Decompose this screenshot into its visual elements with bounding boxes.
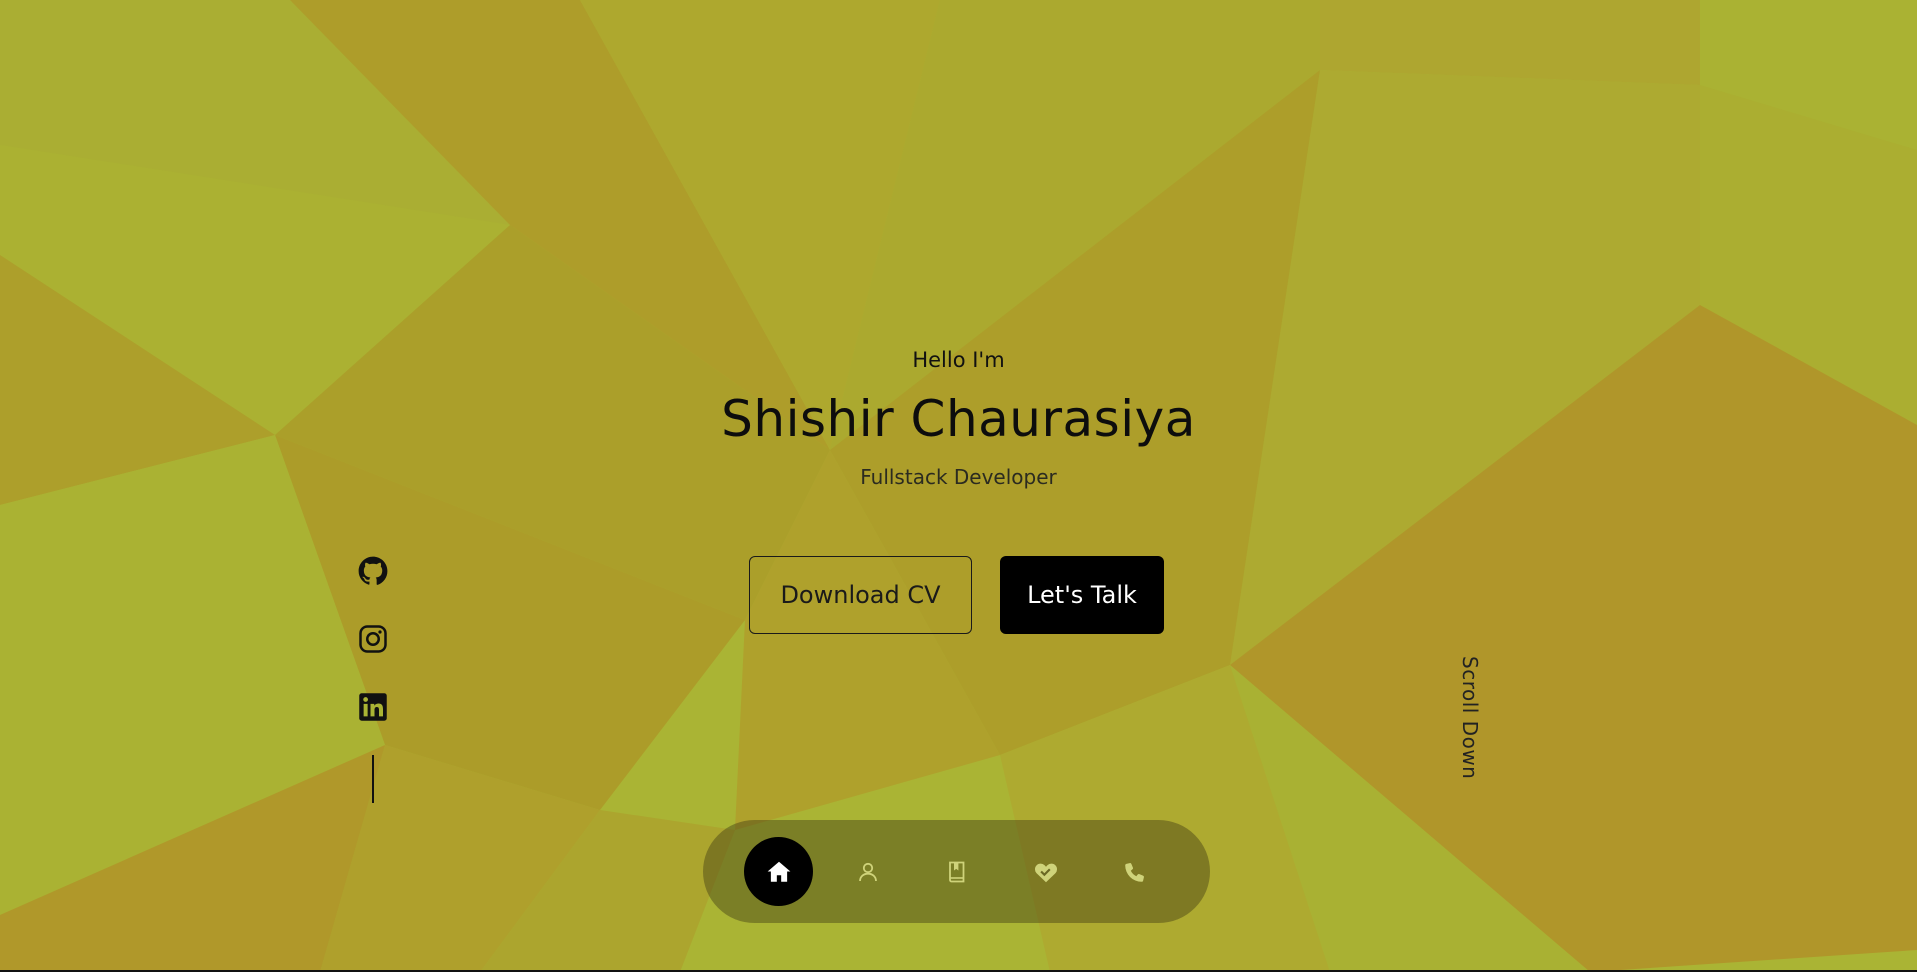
home-icon — [767, 861, 790, 882]
download-cv-button[interactable]: Download CV — [749, 556, 972, 634]
phone-icon — [1124, 862, 1144, 882]
instagram-link[interactable] — [355, 621, 391, 657]
github-icon — [358, 556, 388, 585]
greeting-text: Hello I'm — [912, 348, 1005, 372]
linkedin-icon — [359, 693, 387, 721]
nav-home[interactable] — [744, 837, 813, 906]
lets-talk-button[interactable]: Let's Talk — [1000, 556, 1164, 634]
github-link[interactable] — [355, 553, 391, 589]
page: Hello I'm Shishir Chaurasiya Fullstack D… — [0, 0, 1917, 972]
linkedin-link[interactable] — [355, 689, 391, 725]
bottom-nav — [703, 820, 1210, 923]
instagram-icon — [359, 625, 387, 653]
user-icon — [858, 862, 877, 881]
developer-role: Fullstack Developer — [860, 465, 1057, 489]
nav-services[interactable] — [1011, 837, 1080, 906]
nav-about[interactable] — [833, 837, 902, 906]
book-icon — [948, 861, 964, 882]
nav-contact[interactable] — [1100, 837, 1169, 906]
scroll-down-link[interactable]: Scroll Down — [1458, 656, 1482, 779]
developer-name: Shishir Chaurasiya — [721, 390, 1196, 448]
handshake-icon — [1034, 863, 1057, 882]
nav-experience[interactable] — [922, 837, 991, 906]
social-divider-line — [372, 755, 374, 803]
